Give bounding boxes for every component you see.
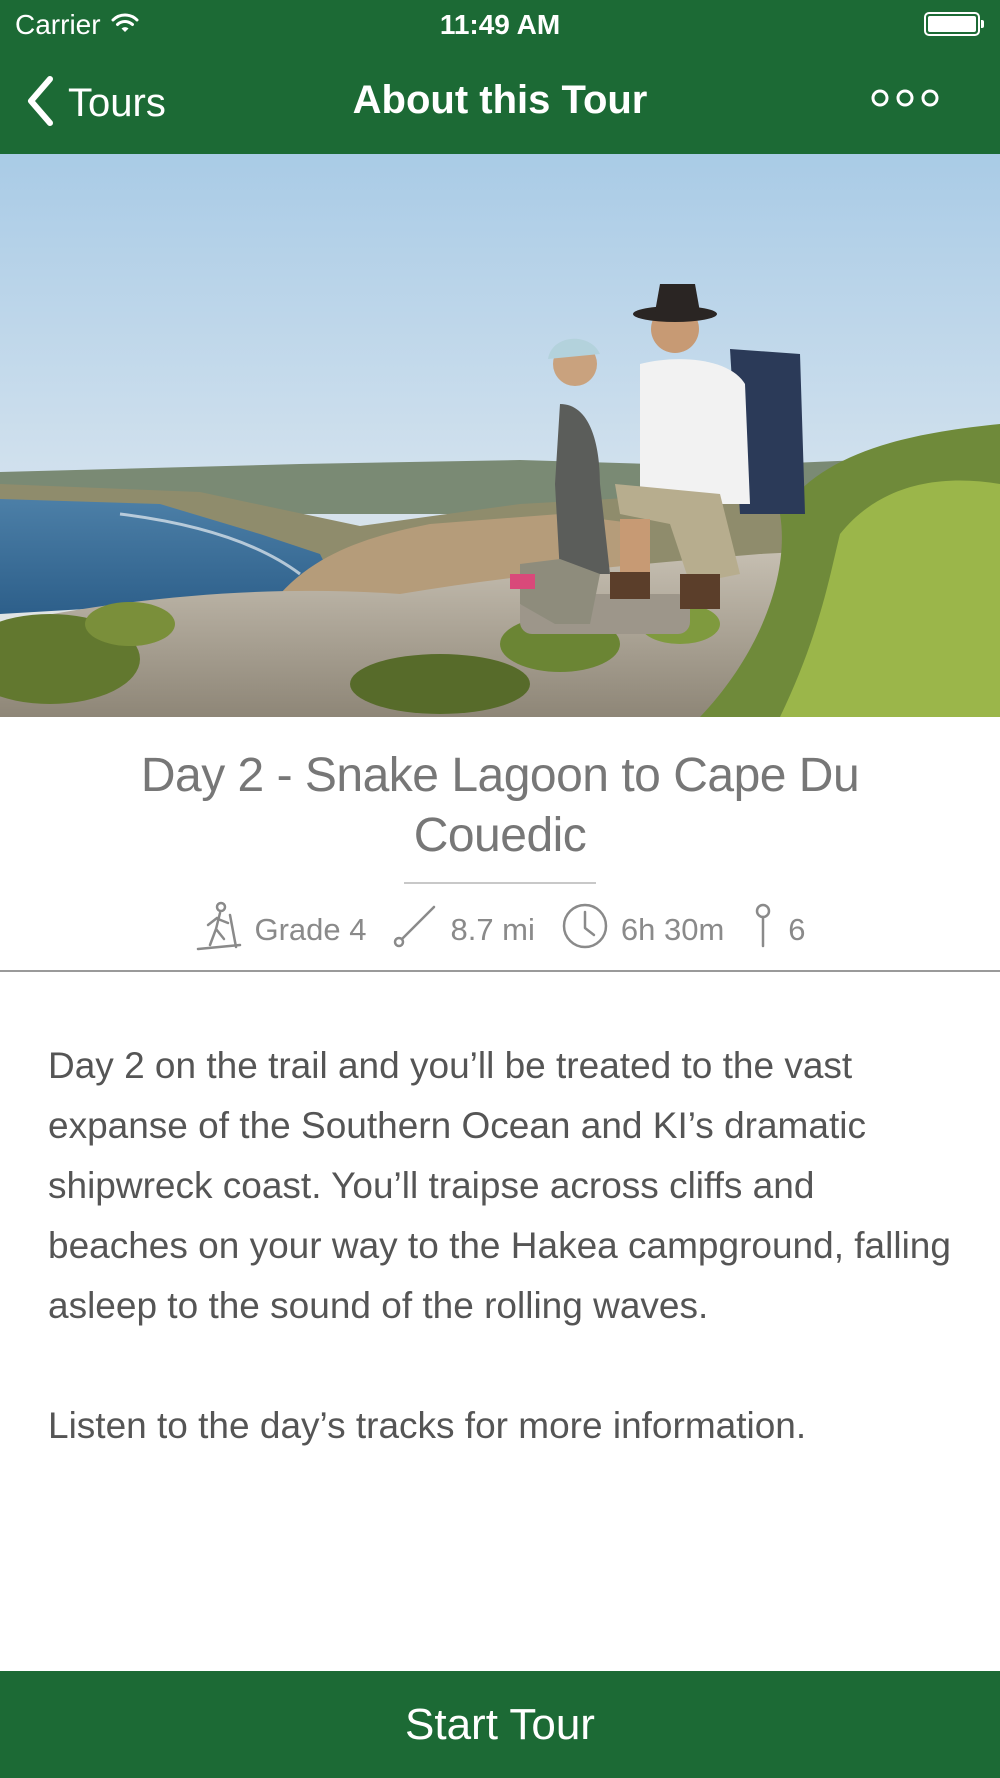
start-tour-button[interactable]: Start Tour bbox=[0, 1671, 1000, 1778]
stat-grade: Grade 4 bbox=[194, 901, 366, 959]
more-icon bbox=[870, 89, 940, 114]
status-bar: Carrier 11:49 AM bbox=[0, 0, 1000, 48]
stat-distance: 8.7 mi bbox=[392, 903, 535, 957]
more-button[interactable] bbox=[870, 86, 940, 115]
pin-icon bbox=[750, 902, 776, 958]
start-tour-label: Start Tour bbox=[405, 1699, 595, 1749]
tour-stats: Grade 4 8.7 mi 6h 30m 6 bbox=[0, 900, 1000, 960]
stat-grade-label: Grade 4 bbox=[254, 912, 367, 947]
title-divider bbox=[404, 882, 596, 884]
tour-description: Day 2 on the trail and you’ll be treated… bbox=[48, 1036, 958, 1516]
distance-icon bbox=[392, 903, 438, 957]
description-paragraph: Day 2 on the trail and you’ll be treated… bbox=[48, 1045, 951, 1326]
stat-duration-label: 6h 30m bbox=[620, 912, 725, 947]
hiker-icon bbox=[194, 901, 242, 959]
tour-title: Day 2 - Snake Lagoon to Cape Du Couedic bbox=[140, 749, 860, 862]
stat-stops: 6 bbox=[750, 902, 806, 958]
page-title: About this Tour bbox=[352, 78, 648, 122]
clock-icon bbox=[561, 902, 609, 958]
stat-distance-label: 8.7 mi bbox=[450, 912, 535, 947]
battery-icon bbox=[924, 12, 984, 36]
navigation-bar: Tours About this Tour bbox=[0, 48, 1000, 154]
stat-duration: 6h 30m bbox=[561, 902, 724, 958]
description-paragraph: Listen to the day’s tracks for more info… bbox=[48, 1405, 807, 1446]
status-time: 11:49 AM bbox=[439, 9, 561, 40]
section-divider bbox=[0, 970, 1000, 972]
stat-stops-label: 6 bbox=[788, 912, 806, 947]
hero-image bbox=[0, 154, 1000, 717]
